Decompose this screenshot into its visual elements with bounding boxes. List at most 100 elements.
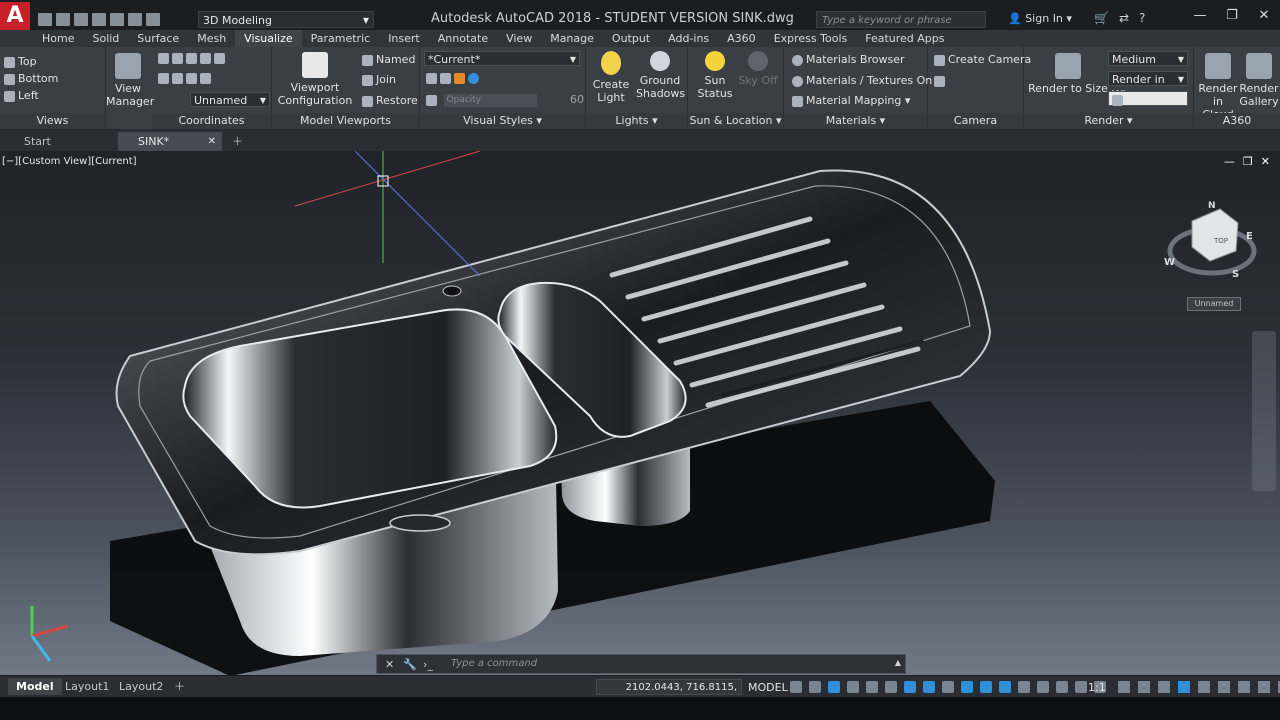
named-viewports-button[interactable]: Named (362, 53, 415, 66)
isodraft-icon[interactable] (885, 681, 897, 693)
ortho-icon[interactable] (847, 681, 859, 693)
add-layout-button[interactable]: ＋ (166, 678, 193, 695)
lock-ui-icon[interactable] (1198, 681, 1210, 693)
sun-status-button[interactable]: Sun Status (692, 51, 738, 100)
render-to-size-button[interactable]: Render to Size (1028, 53, 1108, 95)
annotation-monitor-icon[interactable] (1138, 681, 1150, 693)
opacity-slider[interactable]: Opacity 60 (426, 93, 584, 107)
cart-icon[interactable]: 🛒 (1094, 11, 1109, 25)
clean-screen-icon[interactable] (1258, 681, 1270, 693)
tab-express-tools[interactable]: Express Tools (765, 30, 857, 47)
sign-in-button[interactable]: 👤 Sign In ▾ (1008, 12, 1072, 25)
compass-south[interactable]: S (1232, 269, 1239, 280)
drawing-viewport[interactable]: [−][Custom View][Current] — ❐ ✕ TOP W E … (0, 151, 1280, 675)
tab-manage[interactable]: Manage (541, 30, 603, 47)
restore-viewports-button[interactable]: Restore (362, 94, 418, 107)
print-icon[interactable] (110, 12, 124, 26)
ucs-world-icon[interactable] (172, 52, 183, 64)
tab-layout2[interactable]: Layout2 (111, 678, 171, 695)
ucs-z-icon[interactable] (200, 52, 211, 64)
render-gallery-button[interactable]: Render Gallery (1238, 53, 1280, 108)
face-color-icon[interactable] (454, 72, 465, 84)
materials-browser-button[interactable]: Materials Browser (792, 53, 905, 66)
ucs-origin-icon[interactable] (186, 52, 197, 64)
tab-view[interactable]: View (497, 30, 541, 47)
close-tab-icon[interactable]: ✕ (208, 132, 216, 151)
view-manager-button[interactable]: View Manager (106, 53, 154, 108)
polar-icon[interactable] (866, 681, 878, 693)
save-icon[interactable] (74, 12, 88, 26)
close-icon[interactable]: ✕ (1248, 8, 1280, 23)
edge-effects-icon[interactable] (426, 72, 437, 84)
wrench-icon[interactable]: 🔧 (403, 658, 417, 671)
model-space-button[interactable]: MODEL (748, 681, 788, 694)
new-file-icon[interactable] (38, 12, 52, 26)
tab-layout1[interactable]: Layout1 (57, 678, 117, 695)
compass-west[interactable]: W (1164, 257, 1175, 268)
3d-osnap-icon[interactable] (999, 681, 1011, 693)
tab-visualize[interactable]: Visualize (235, 30, 302, 47)
tab-add-ins[interactable]: Add-ins (659, 30, 718, 47)
maximize-icon[interactable]: ❐ (1216, 8, 1248, 23)
grid-icon[interactable] (790, 681, 802, 693)
tab-solid[interactable]: Solid (83, 30, 128, 47)
snap-icon[interactable] (809, 681, 821, 693)
render-output-field[interactable] (1108, 91, 1188, 106)
command-history-icon[interactable]: ▲ (895, 658, 901, 667)
isolate-objects-icon[interactable] (1218, 681, 1230, 693)
annotation-scale[interactable]: 1:1 (1088, 681, 1106, 694)
help-icon[interactable]: ? (1139, 11, 1145, 25)
viewcube-top-label[interactable]: TOP (1214, 237, 1228, 245)
camera-tool-button[interactable] (934, 74, 948, 87)
ucs-menu[interactable]: Unnamed (1187, 297, 1241, 311)
view-top[interactable]: Top (4, 55, 37, 68)
navigation-bar[interactable] (1252, 331, 1276, 491)
globe-icon[interactable] (468, 72, 479, 84)
compass-north[interactable]: N (1208, 201, 1216, 211)
command-input[interactable]: Type a command (451, 658, 537, 669)
tab-insert[interactable]: Insert (379, 30, 429, 47)
selection-cycling-icon[interactable] (980, 681, 992, 693)
units-icon[interactable] (1158, 681, 1170, 693)
redo-icon[interactable] (146, 12, 160, 26)
quick-properties-icon[interactable] (1178, 681, 1190, 693)
dynamic-ucs-icon[interactable] (1018, 681, 1030, 693)
materials-textures-button[interactable]: Materials / Textures On (792, 74, 932, 87)
ucs-icon[interactable] (158, 52, 169, 64)
compass-east[interactable]: E (1246, 231, 1253, 242)
ucs-3point-icon[interactable] (214, 52, 225, 64)
tab-a360[interactable]: A360 (718, 30, 765, 47)
annotation-visibility-icon[interactable] (1075, 681, 1087, 693)
ucs-face-icon[interactable] (200, 72, 211, 84)
ucs-named-icon[interactable] (158, 72, 169, 84)
help-search-input[interactable]: Type a keyword or phrase (816, 11, 986, 28)
ucs-x-icon[interactable] (172, 72, 183, 84)
gizmo-icon[interactable] (1056, 681, 1068, 693)
transparency-icon[interactable] (961, 681, 973, 693)
tab-model[interactable]: Model (8, 678, 62, 695)
save-as-icon[interactable] (92, 12, 106, 26)
sky-off-button[interactable]: Sky Off (736, 51, 780, 87)
view-bottom[interactable]: Bottom (4, 72, 58, 85)
infer-constraints-icon[interactable] (828, 681, 840, 693)
create-light-button[interactable]: Create Light (588, 51, 634, 104)
object-snap-tracking-icon[interactable] (904, 681, 916, 693)
shadow-display-icon[interactable] (440, 72, 451, 84)
file-tab-sink[interactable]: SINK* ✕ (118, 132, 222, 151)
tab-annotate[interactable]: Annotate (429, 30, 497, 47)
close-command-icon[interactable]: ✕ (385, 658, 394, 671)
open-file-icon[interactable] (56, 12, 70, 26)
file-tab-start[interactable]: Start (4, 132, 116, 151)
undo-icon[interactable] (128, 12, 142, 26)
render-quality-select[interactable]: Medium ▼ (1108, 51, 1188, 66)
join-viewports-button[interactable]: Join (362, 73, 396, 86)
autocad-logo-icon[interactable]: A (0, 2, 30, 30)
exchange-icon[interactable]: ⇄ (1119, 11, 1129, 25)
render-in-select[interactable]: Render in Wi...▼ (1108, 71, 1188, 101)
view-left[interactable]: Left (4, 89, 39, 102)
object-snap-icon[interactable] (923, 681, 935, 693)
ground-shadows-button[interactable]: Ground Shadows (636, 51, 685, 100)
workspace-select[interactable]: 3D Modeling ▼ (198, 11, 374, 28)
cursor-coordinates[interactable]: 2102.0443, 716.8115, 0.0000 (596, 679, 742, 709)
visual-style-select[interactable]: *Current* ▼ (424, 51, 580, 66)
